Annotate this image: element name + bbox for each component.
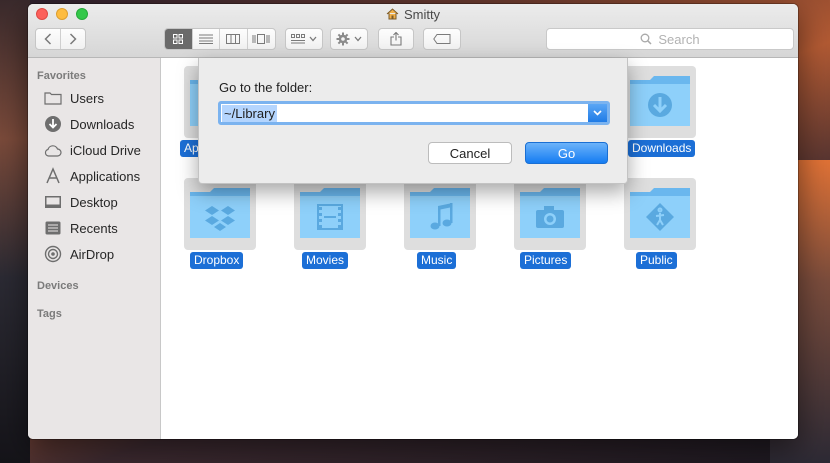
list-icon	[198, 34, 213, 44]
download-icon	[43, 114, 63, 134]
folder-label[interactable]: Pictures	[520, 252, 572, 269]
music-folder-icon	[410, 188, 470, 238]
sidebar-item-label: Downloads	[70, 116, 135, 132]
sidebar-heading-tags[interactable]: Tags	[37, 308, 62, 320]
sidebar-item-airdrop[interactable]: AirDrop	[28, 241, 160, 267]
sidebar-item-label: AirDrop	[70, 246, 115, 262]
folder-music[interactable]	[404, 178, 476, 250]
sidebar-item-label: Recents	[70, 220, 118, 236]
desktop-wallpaper-left	[0, 0, 30, 463]
search-placeholder: Search	[658, 31, 700, 47]
forward-button[interactable]	[61, 29, 85, 49]
grid-icon	[173, 34, 184, 44]
sidebar-heading-devices[interactable]: Devices	[37, 280, 79, 292]
cover-flow-icon	[252, 34, 270, 44]
column-view-button[interactable]	[220, 29, 248, 49]
go-to-folder-dialog: Go to the folder: ~/Library Cancel Go	[198, 58, 628, 184]
folder-icon	[43, 88, 63, 108]
downloads-folder-icon	[630, 76, 690, 126]
sidebar-item-icloud-drive[interactable]: iCloud Drive	[28, 137, 160, 163]
dropbox-folder-icon	[190, 188, 250, 238]
share-button[interactable]	[378, 28, 414, 50]
recents-icon	[43, 218, 63, 238]
chevron-down-icon	[593, 110, 602, 116]
icon-view-button[interactable]	[165, 29, 193, 49]
arrange-button[interactable]	[285, 28, 323, 50]
edit-tags-button[interactable]	[423, 28, 461, 50]
sidebar-heading-favorites: Favorites	[37, 70, 86, 82]
titlebar: Smitty Search	[28, 4, 798, 58]
gear-icon	[336, 32, 350, 46]
sidebar-item-label: iCloud Drive	[70, 142, 141, 158]
sidebar-item-users[interactable]: Users	[28, 85, 160, 111]
home-icon	[386, 8, 399, 20]
history-nav	[35, 28, 86, 50]
back-button[interactable]	[36, 29, 61, 49]
applications-icon	[43, 166, 63, 186]
recent-folders-dropdown[interactable]	[588, 104, 607, 122]
view-mode-selector	[164, 28, 276, 50]
pictures-folder-icon	[520, 188, 580, 238]
chevron-right-icon	[69, 33, 77, 45]
window-title: Smitty	[28, 7, 798, 22]
folder-movies[interactable]	[294, 178, 366, 250]
tag-icon	[433, 34, 451, 44]
sidebar: Favorites Users Downloads iCloud Drive A…	[28, 58, 161, 439]
airdrop-icon	[43, 244, 63, 264]
folder-label[interactable]: Movies	[302, 252, 349, 269]
chevron-down-icon	[309, 36, 317, 42]
folder-downloads[interactable]	[624, 66, 696, 138]
folder-path-input[interactable]: ~/Library	[218, 101, 610, 125]
list-view-button[interactable]	[193, 29, 220, 49]
search-field[interactable]: Search	[546, 28, 794, 50]
folder-public[interactable]	[624, 178, 696, 250]
cancel-button[interactable]: Cancel	[428, 142, 512, 164]
folder-pictures[interactable]	[514, 178, 586, 250]
arrange-icon	[291, 34, 305, 44]
folder-dropbox[interactable]	[184, 178, 256, 250]
sidebar-item-recents[interactable]: Recents	[28, 215, 160, 241]
folder-label[interactable]: Public	[636, 252, 677, 269]
public-folder-icon	[630, 188, 690, 238]
sidebar-item-applications[interactable]: Applications	[28, 163, 160, 189]
chevron-left-icon	[44, 33, 51, 45]
cloud-icon	[43, 140, 63, 160]
search-icon	[640, 33, 652, 45]
action-button[interactable]	[330, 28, 368, 50]
desktop-icon	[43, 192, 63, 212]
folder-label[interactable]: Dropbox	[190, 252, 244, 269]
chevron-down-icon	[354, 36, 362, 42]
cover-flow-view-button[interactable]	[248, 29, 275, 49]
folder-label[interactable]: Music	[417, 252, 457, 269]
sidebar-item-label: Applications	[70, 168, 141, 184]
sidebar-item-downloads[interactable]: Downloads	[28, 111, 160, 137]
share-icon	[390, 32, 402, 46]
dialog-label: Go to the folder:	[219, 80, 313, 95]
sidebar-item-desktop[interactable]: Desktop	[28, 189, 160, 215]
folder-path-value[interactable]: ~/Library	[222, 105, 277, 122]
go-button[interactable]: Go	[525, 142, 608, 164]
folder-label[interactable]: Downloads	[628, 140, 696, 157]
sidebar-item-label: Users	[70, 90, 104, 106]
movies-folder-icon	[300, 188, 360, 238]
columns-icon	[226, 34, 241, 44]
sidebar-item-label: Desktop	[70, 194, 118, 210]
window-title-text: Smitty	[403, 7, 441, 22]
